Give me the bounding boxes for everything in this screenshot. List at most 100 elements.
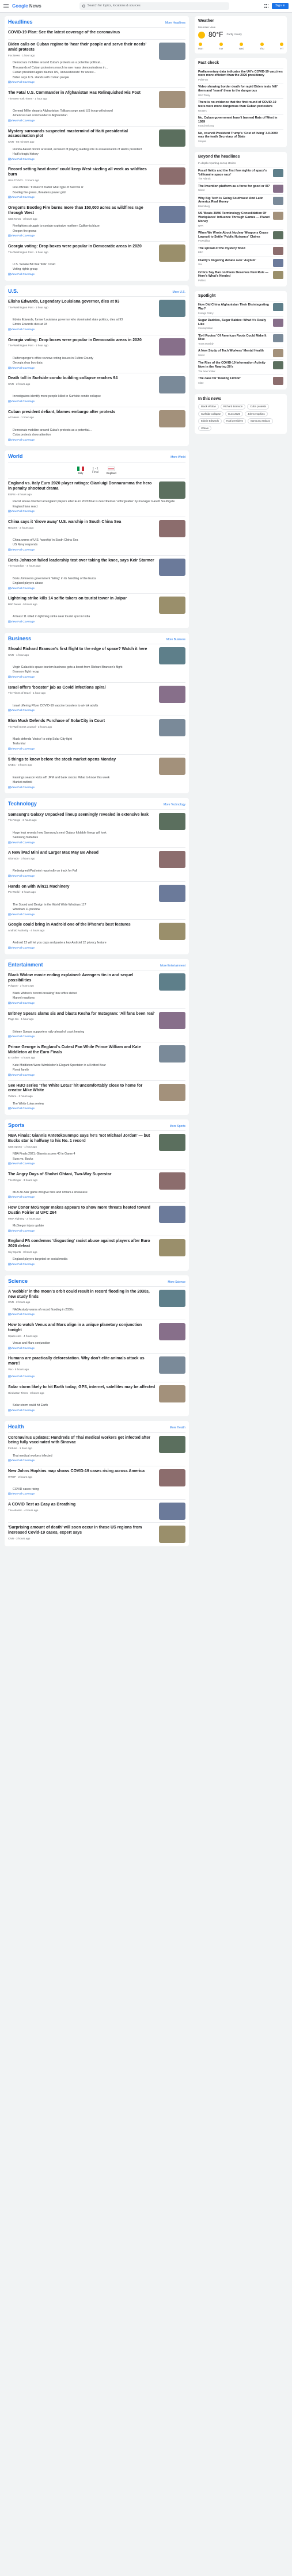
story-thumbnail[interactable] — [159, 718, 185, 736]
story-thumbnail[interactable] — [159, 1206, 185, 1224]
full-coverage-link[interactable]: View Full Coverage — [8, 400, 35, 404]
story-card[interactable]: See HBO series 'The White Lotus' hit unc… — [8, 1080, 185, 1114]
sign-in-button[interactable]: Sign in — [272, 3, 289, 9]
headline[interactable]: Georgia voting: Drop boxes were popular … — [8, 244, 156, 250]
headline[interactable]: New Johns Hopkins map shows COVID-19 cas… — [8, 1469, 156, 1474]
story-card[interactable]: Record setting heat dome' could keep Wes… — [8, 164, 185, 202]
side-story[interactable]: Clarity's lingering debate over 'Asylum'… — [198, 256, 283, 269]
headline[interactable]: How Conor McGregor makes appears to show… — [8, 1206, 156, 1216]
story-thumbnail[interactable] — [159, 1239, 185, 1257]
related-headline[interactable]: Solar storm could hit Earth — [13, 1404, 185, 1408]
headline[interactable]: The Fatal U.S. Commander in Afghanistan … — [8, 91, 156, 96]
side-thumbnail[interactable] — [273, 270, 283, 279]
side-story[interactable]: Fossil fields and the first few nights o… — [198, 166, 283, 182]
related-headline[interactable]: Android 12 will let you copy and paste a… — [13, 941, 185, 945]
headline[interactable]: Elisha Edwards, Legendary Louisiana gove… — [8, 300, 156, 305]
side-story[interactable]: Video showing border death for rapid Bid… — [198, 83, 283, 98]
related-headline[interactable]: NASA study warns of record flooding in 2… — [13, 1308, 185, 1312]
related-headline[interactable]: Kate Middleton Wore Wimbledon's Elegant … — [13, 1064, 185, 1068]
side-thumbnail[interactable] — [273, 169, 283, 177]
related-headline[interactable]: Voting rights group — [13, 267, 185, 272]
headline[interactable]: Georgia voting: Drop boxes were popular … — [8, 338, 156, 343]
story-card[interactable]: Should Richard Branson's first flight to… — [8, 643, 185, 682]
headline[interactable]: Google could bring in Android one of the… — [8, 923, 156, 928]
full-coverage-link[interactable]: View Full Coverage — [8, 748, 35, 751]
side-story[interactable]: Why Big Tech is Going Southwest And Lati… — [198, 194, 283, 210]
story-card[interactable]: The Fatal U.S. Commander in Afghanistan … — [8, 87, 185, 126]
full-coverage-link[interactable]: View Full Coverage — [8, 1002, 35, 1006]
story-thumbnail[interactable] — [159, 1526, 185, 1543]
related-headline[interactable]: Samsung foldables — [13, 836, 185, 840]
headline[interactable]: 'Surprising amount of death' will soon o… — [8, 1526, 156, 1536]
related-headline[interactable]: Virgin Galactic's space-tourism business… — [13, 666, 185, 670]
related-headline[interactable]: Redesigned iPad mini reportedly on track… — [13, 869, 185, 873]
side-headline[interactable]: US 'Beats 39/80 Terminology Consolidatio… — [198, 212, 271, 223]
full-coverage-link[interactable]: View Full Coverage — [8, 1313, 35, 1317]
headline[interactable]: Britney Spears slams sis and blasts Kesh… — [8, 1012, 156, 1017]
related-headline[interactable]: Royal family — [13, 1068, 185, 1072]
topic-chip[interactable]: Samsung Galaxy — [247, 418, 274, 424]
headline[interactable]: China says it 'drove away' U.S. warship … — [8, 520, 156, 525]
related-headline[interactable]: Cuban president again blames US, 'annexa… — [13, 71, 185, 75]
story-card[interactable]: Lightning strike kills 14 selfie takers … — [8, 593, 185, 626]
side-headline[interactable]: Parliamentary data indicates the UK's CO… — [198, 70, 283, 78]
story-card[interactable]: 5 things to know before the stock market… — [8, 754, 185, 793]
story-card[interactable]: Oregon's Bootleg Fire burns more than 15… — [8, 202, 185, 241]
full-coverage-link[interactable]: View Full Coverage — [8, 328, 35, 332]
story-card[interactable]: England FA condemns 'disgusting' racist … — [8, 1236, 185, 1269]
story-thumbnail[interactable] — [159, 647, 185, 664]
headline[interactable]: Prince George is England's Cutest Fan Wh… — [8, 1045, 156, 1056]
related-headline[interactable]: Marvel reactions — [13, 996, 185, 1000]
story-card[interactable]: Humans are practically deforestation. Wh… — [8, 1353, 185, 1382]
section-title[interactable]: Headlines — [8, 19, 33, 25]
related-headline[interactable]: Florida-based doctor arrested, accused o… — [13, 148, 185, 152]
more-link[interactable]: More Science — [168, 1281, 185, 1284]
related-headline[interactable]: The White Lotus review — [13, 1102, 185, 1106]
headline[interactable]: Cuban president defiant, blames embargo … — [8, 410, 156, 415]
side-thumbnail[interactable] — [273, 196, 283, 205]
story-card[interactable]: Samsung's Galaxy Unpacked lineup seeming… — [8, 809, 185, 848]
side-headline[interactable]: No, council President Trump's 'Cost of l… — [198, 132, 283, 140]
related-headline[interactable]: Earnings season kicks off: JPM and bank … — [13, 776, 185, 780]
story-thumbnail[interactable] — [159, 244, 185, 262]
related-headline[interactable]: At least 11 killed in lightning strike n… — [13, 615, 185, 619]
story-card[interactable]: Mystery surrounds suspected mastermind o… — [8, 125, 185, 165]
topic-chip[interactable]: Richard Branson — [220, 403, 246, 410]
story-thumbnail[interactable] — [159, 43, 185, 60]
more-link[interactable]: More Headlines — [165, 21, 185, 25]
full-coverage-link[interactable]: View Full Coverage — [8, 235, 35, 238]
related-headline[interactable]: Tesla trial — [13, 742, 185, 746]
full-coverage-link[interactable]: View Full Coverage — [8, 549, 35, 552]
topic-chip[interactable]: Euro 2020 — [225, 411, 244, 417]
topic-chip[interactable]: Black Widow — [198, 403, 219, 410]
headline[interactable]: Death toll in Surfside condo building co… — [8, 376, 156, 381]
section-title[interactable]: World — [8, 453, 22, 460]
section-title[interactable]: U.S. — [8, 288, 18, 295]
full-coverage-link[interactable]: View Full Coverage — [8, 676, 35, 679]
story-thumbnail[interactable] — [159, 481, 185, 499]
headline[interactable]: Solar storm likely to hit Earth today; G… — [8, 1385, 156, 1390]
headline[interactable]: England FA condemns 'disgusting' racist … — [8, 1239, 156, 1249]
story-thumbnail[interactable] — [159, 1323, 185, 1341]
related-headline[interactable]: General Miller departs Afghanistan: Tali… — [13, 109, 185, 113]
side-headline[interactable]: The spread of the mystery flood — [198, 247, 271, 251]
side-headline[interactable]: Clarity's lingering debate over 'Asylum' — [198, 259, 271, 263]
section-title[interactable]: Technology — [8, 801, 37, 807]
full-coverage-link[interactable]: View Full Coverage — [8, 621, 35, 624]
section-title[interactable]: Entertainment — [8, 962, 43, 968]
headline[interactable]: Elon Musk Defends Purchase of SolarCity … — [8, 719, 156, 724]
full-coverage-link[interactable]: View Full Coverage — [8, 158, 35, 162]
logo[interactable]: Google News — [12, 3, 41, 9]
full-coverage-link[interactable]: View Full Coverage — [8, 947, 35, 950]
side-thumbnail[interactable] — [273, 212, 283, 220]
related-headline[interactable]: Black Widow's 'record-breaking' box offi… — [13, 992, 185, 996]
story-card[interactable]: Elisha Edwards, Legendary Louisiana gove… — [8, 296, 185, 335]
full-coverage-link[interactable]: View Full Coverage — [8, 875, 35, 878]
headline[interactable]: England vs. Italy Euro 2020 player ratin… — [8, 481, 156, 492]
related-headline[interactable]: Boris Johnson's government 'failing' in … — [13, 577, 185, 581]
story-thumbnail[interactable] — [159, 90, 185, 108]
side-thumbnail[interactable] — [273, 377, 283, 385]
headline[interactable]: Should Richard Branson's first flight to… — [8, 647, 156, 652]
headline[interactable]: Israel offers 'booster' jab as Covid inf… — [8, 686, 156, 691]
full-coverage-link[interactable]: View Full Coverage — [8, 1035, 35, 1039]
